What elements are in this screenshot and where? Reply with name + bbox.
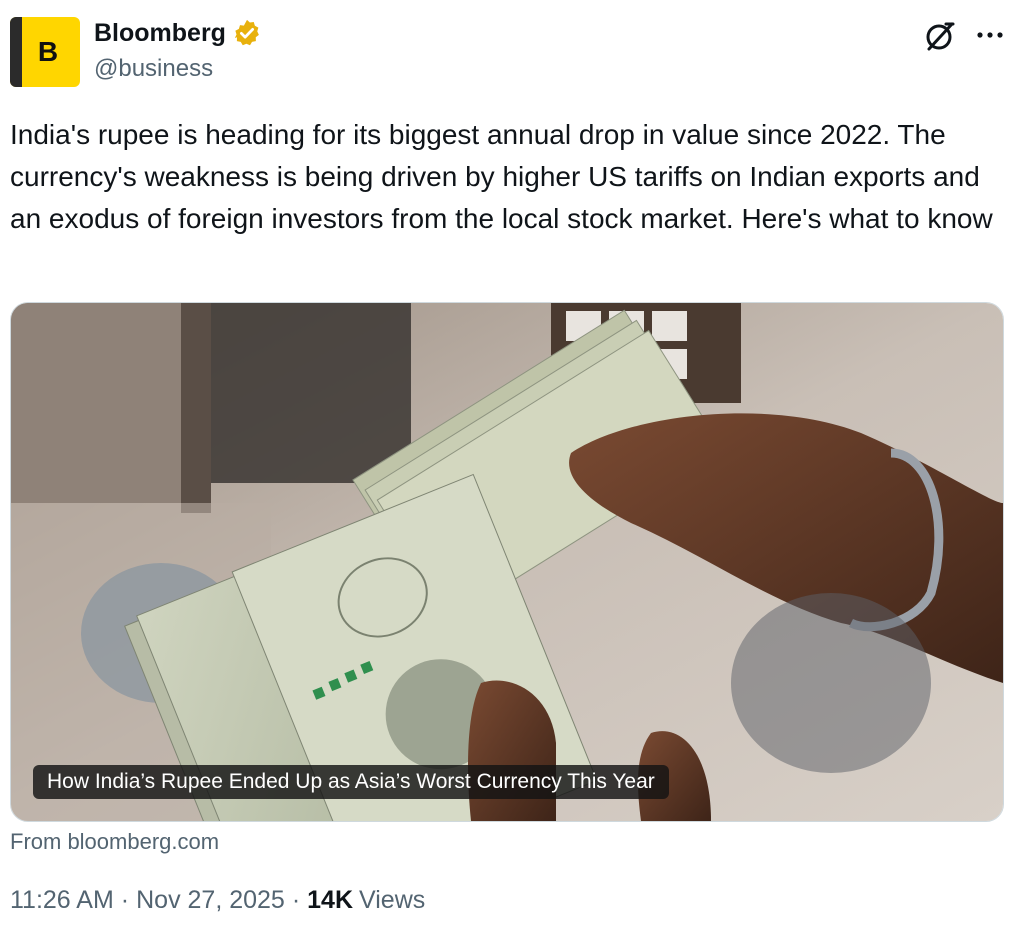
link-preview-card[interactable]: How India’s Rupee Ended Up as Asia’s Wor… [10, 302, 1004, 822]
views-label: Views [359, 886, 426, 914]
author-avatar[interactable]: B [10, 17, 80, 87]
tweet-date[interactable]: Nov 27, 2025 [136, 886, 285, 915]
gold-verified-icon[interactable] [232, 18, 262, 48]
more-options-icon[interactable] [972, 22, 1008, 48]
author-name-row: Bloomberg [94, 18, 262, 48]
tweet-time[interactable]: 11:26 AM [10, 886, 114, 915]
author-handle[interactable]: @business [94, 55, 213, 83]
card-caption: How India’s Rupee Ended Up as Asia’s Wor… [33, 765, 669, 799]
tweet-meta: 11:26 AM · Nov 27, 2025 · 14K Views [10, 886, 425, 915]
meta-separator: · [120, 886, 130, 914]
rupee-notes-photo [11, 303, 1003, 821]
avatar-shade [10, 17, 22, 87]
avatar-letter: B [37, 36, 59, 67]
views-count: 14K [307, 886, 354, 914]
meta-separator-2: · [291, 886, 301, 914]
author-display-name[interactable]: Bloomberg [94, 19, 226, 48]
tweet-text: India's rupee is heading for its biggest… [10, 119, 993, 234]
link-source[interactable]: From bloomberg.com [10, 829, 219, 855]
grok-icon[interactable] [922, 18, 958, 54]
